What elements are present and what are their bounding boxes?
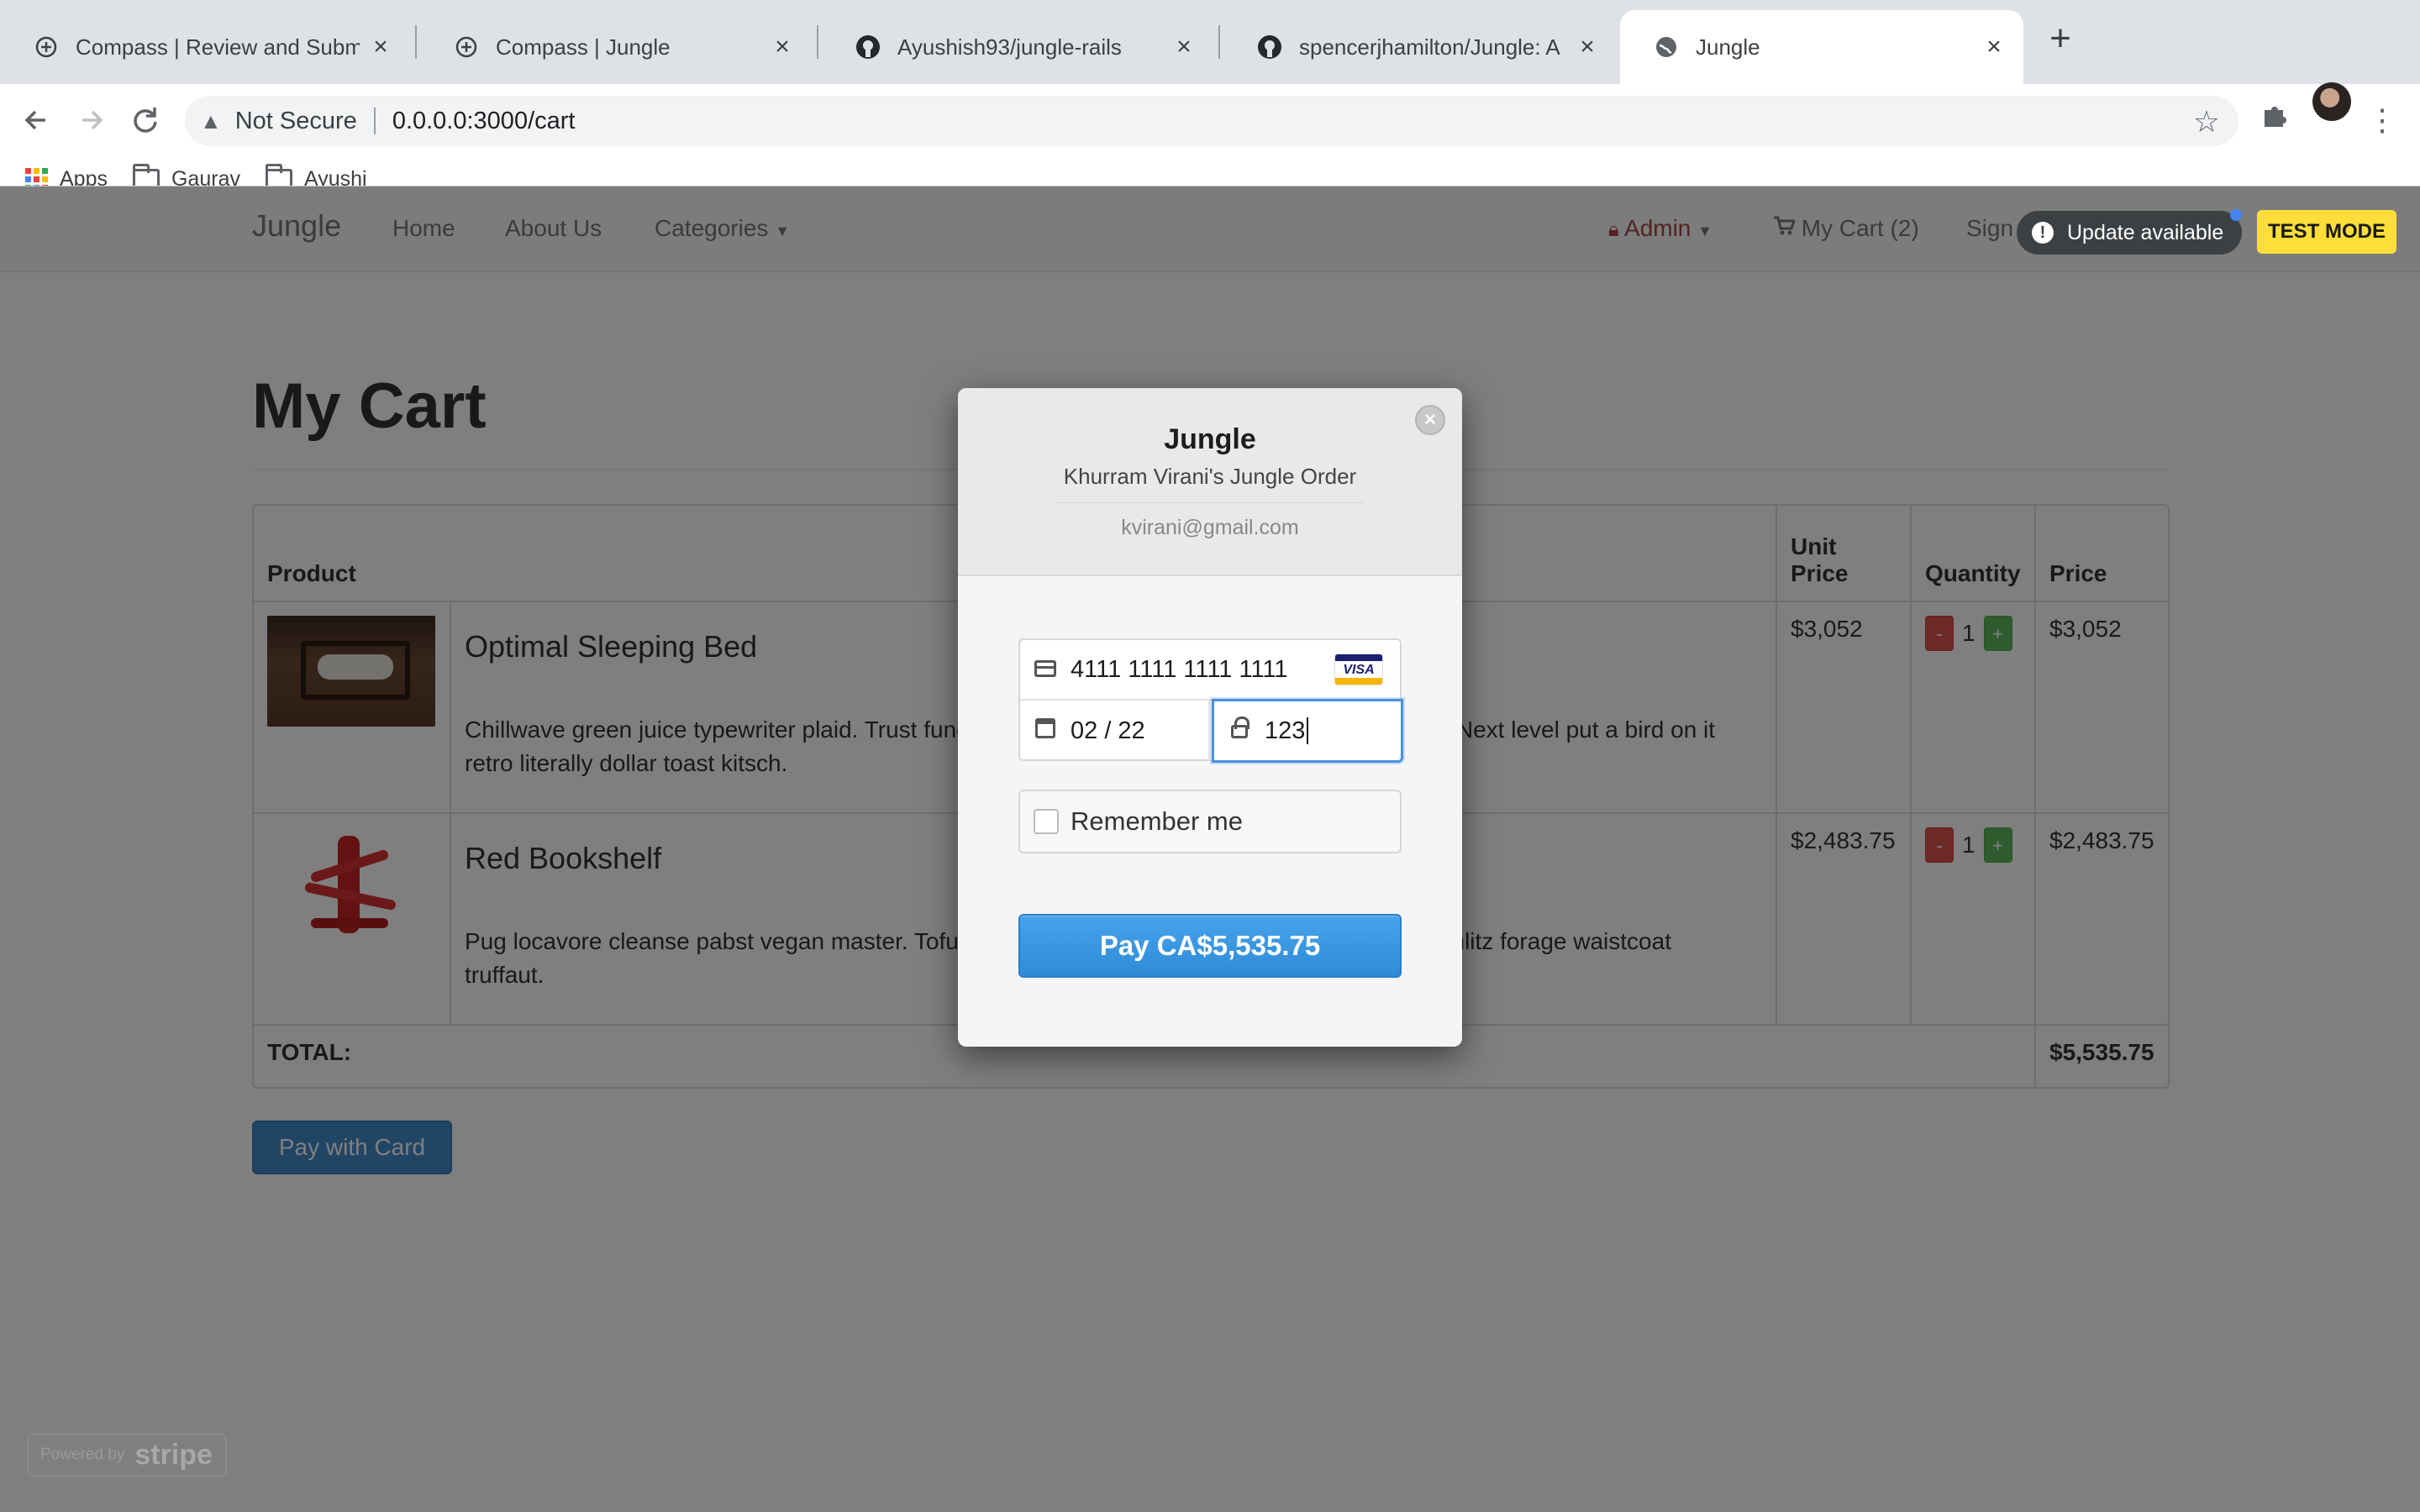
powered-by-stripe-badge[interactable]: Powered by stripe (27, 1433, 227, 1477)
merchant-name: Jungle (1164, 423, 1256, 455)
tab-title: Jungle (1696, 34, 1760, 60)
browser-tab[interactable]: Ayushish93/jungle-rails × (822, 10, 1213, 84)
update-available-pill[interactable]: ! Update available (2017, 211, 2243, 255)
browser-tab-bar: Compass | Review and Submit × Compass | … (0, 0, 2420, 84)
text-caret (1307, 717, 1309, 744)
notification-dot (2230, 209, 2242, 221)
browser-tab-active[interactable]: Jungle × (1620, 10, 2023, 84)
remember-me-label: Remember me (1071, 806, 1243, 836)
github-icon (1257, 34, 1282, 60)
new-tab-icon[interactable]: + (2040, 20, 2081, 60)
browser-tab[interactable]: Compass | Review and Submit × (0, 10, 410, 84)
calendar-icon (1034, 717, 1057, 744)
remember-me-checkbox[interactable] (1034, 809, 1059, 834)
forward-arrow-icon[interactable] (71, 99, 113, 141)
customer-email[interactable]: kvirani@gmail.com (958, 516, 1462, 540)
tab-title: Compass | Jungle (496, 34, 671, 60)
cvc-value: 123 (1265, 717, 1306, 744)
pay-button[interactable]: Pay CA$5,535.75 (1018, 914, 1402, 978)
alert-icon: ! (2032, 222, 2054, 244)
bookmark-star-icon[interactable]: ☆ (2193, 104, 2220, 139)
checkout-header: Jungle Khurram Virani's Jungle Order kvi… (958, 388, 1462, 576)
reload-icon[interactable] (124, 99, 166, 141)
card-number-field[interactable]: 4111 1111 1111 1111 VISA (1020, 640, 1400, 701)
tab-separator (415, 25, 417, 59)
extensions-icon[interactable] (2254, 99, 2296, 141)
close-tab-icon[interactable]: × (1171, 34, 1197, 60)
lock-icon (1228, 716, 1251, 744)
close-tab-icon[interactable]: × (1981, 34, 2007, 60)
browser-toolbar: ▲ Not Secure 0.0.0.0:3000/cart ☆ ⋮ Apps … (0, 82, 2420, 202)
back-arrow-icon[interactable] (15, 99, 57, 141)
menu-kebab-icon[interactable]: ⋮ (2361, 99, 2403, 141)
test-mode-badge: TEST MODE (2257, 210, 2396, 254)
visa-logo-icon: VISA (1334, 654, 1383, 685)
security-label: Not Secure (234, 107, 357, 134)
globe-icon (454, 34, 479, 60)
tab-title: Compass | Review and Submit (76, 34, 360, 60)
order-description: Khurram Virani's Jungle Order (1063, 464, 1357, 489)
close-icon[interactable]: × (1415, 405, 1445, 435)
close-tab-icon[interactable]: × (770, 34, 795, 60)
github-icon (855, 34, 881, 60)
close-tab-icon[interactable]: × (368, 34, 393, 60)
globe-icon (1654, 34, 1679, 60)
remember-me-option[interactable]: Remember me (1018, 790, 1402, 853)
browser-tab[interactable]: Compass | Jungle × (420, 10, 812, 84)
tab-separator (817, 25, 818, 59)
update-label: Update available (2067, 220, 2224, 244)
tab-separator (1218, 25, 1220, 59)
address-divider (373, 108, 376, 134)
address-bar[interactable]: ▲ Not Secure 0.0.0.0:3000/cart ☆ (185, 96, 2238, 146)
card-fields: 4111 1111 1111 1111 VISA 02 / 22 123 (1018, 638, 1403, 763)
close-tab-icon[interactable]: × (1575, 34, 1600, 60)
tab-title: Ayushish93/jungle-rails (897, 34, 1122, 60)
cvc-field[interactable]: 123 (1212, 699, 1403, 763)
card-number-value: 4111 1111 1111 1111 (1071, 655, 1288, 683)
expiry-value: 02 / 22 (1071, 717, 1145, 744)
expiry-field[interactable]: 02 / 22 (1020, 701, 1210, 761)
browser-tab[interactable]: spencerjhamilton/Jungle: A mini × (1223, 10, 1617, 84)
url-text: 0.0.0.0:3000/cart (392, 107, 576, 134)
credit-card-icon (1034, 657, 1057, 683)
warning-icon: ▲ (200, 108, 222, 134)
globe-icon (34, 34, 59, 60)
profile-avatar[interactable] (2312, 82, 2351, 121)
header-divider (1057, 502, 1363, 503)
stripe-logo: stripe (134, 1438, 213, 1471)
powered-by-label: Powered by (40, 1446, 125, 1463)
tab-title: spencerjhamilton/Jungle: A mini (1299, 34, 1566, 60)
stripe-checkout-modal: Jungle Khurram Virani's Jungle Order kvi… (958, 388, 1462, 1047)
